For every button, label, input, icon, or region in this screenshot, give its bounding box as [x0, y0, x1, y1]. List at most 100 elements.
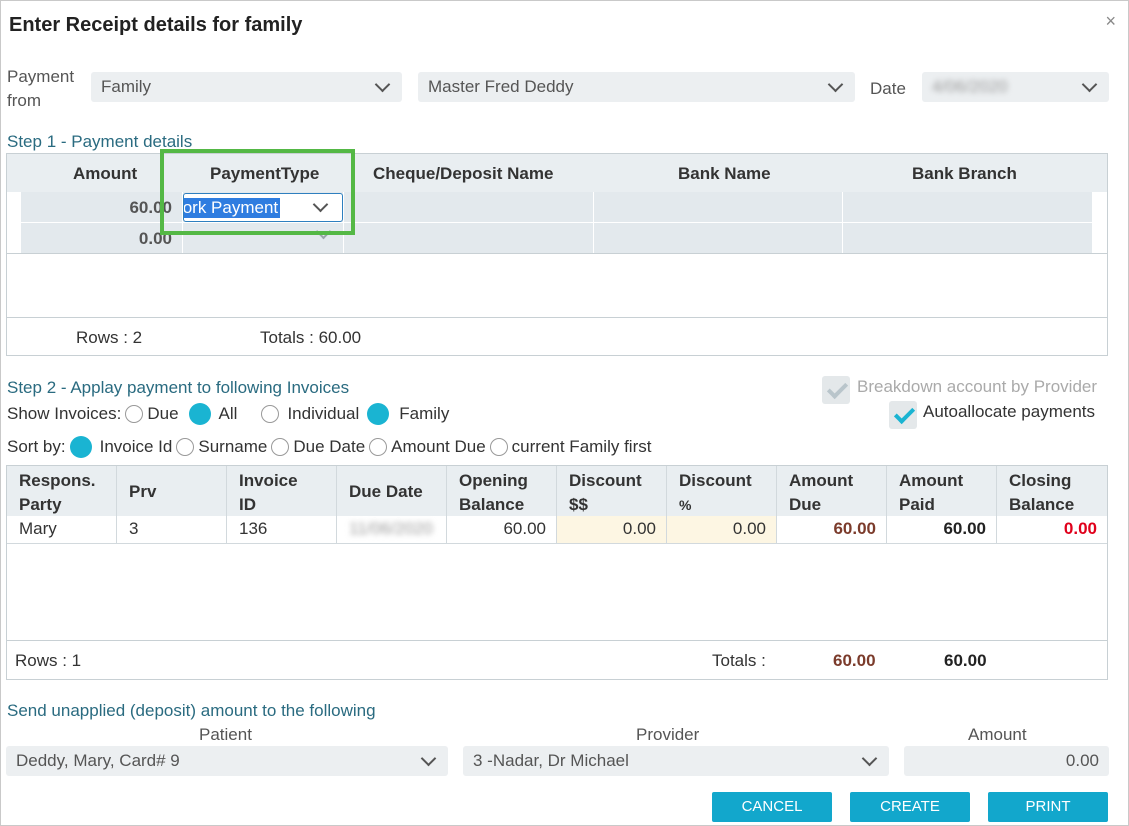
radio-sort-surname[interactable] [176, 438, 195, 456]
chevron-down-icon [861, 750, 878, 766]
payment-row2-cheque-cell[interactable] [344, 223, 594, 253]
breakdown-label: Breakdown account by Provider [857, 377, 1098, 396]
col-due-date: Due Date [337, 466, 447, 516]
payment-from-label-1: Payment [7, 67, 75, 86]
header-line: Invoice [239, 471, 298, 490]
chevron-down-icon [374, 76, 391, 92]
checkbox-icon [822, 376, 850, 404]
header-line: $$ [569, 495, 588, 514]
dialog-title: Enter Receipt details for family [9, 14, 303, 36]
header-line: Balance [459, 495, 525, 514]
payment-row1-amount-cell[interactable]: 60.00 [21, 192, 183, 222]
payment-row1-bank-cell[interactable] [594, 192, 843, 222]
radio-family-label: Family [399, 404, 450, 423]
invoices-footer-divider [7, 640, 1107, 641]
autoallocate-option[interactable]: Autoallocate payments [889, 401, 1095, 429]
invoices-grid: Respons. Party Prv Invoice ID Due Date Ope… [6, 465, 1108, 680]
header-line: ID [239, 495, 256, 514]
sort-by-label: Sort by: [7, 437, 66, 456]
payment-from-person-value: Master Fred Deddy [428, 77, 574, 96]
payment-row1-branch-cell[interactable] [843, 192, 1093, 222]
date-select[interactable]: 4/06/2020 [922, 72, 1109, 102]
radio-all-label: All [218, 404, 238, 423]
header-line: Respons. [19, 471, 96, 490]
amount-value: 0.00 [1065, 751, 1099, 770]
invoice-party[interactable]: Mary [7, 516, 117, 544]
patient-label: Patient [199, 725, 252, 744]
radio-all[interactable] [188, 403, 211, 425]
radio-individual[interactable] [261, 405, 280, 423]
radio-sort-due-date[interactable] [271, 438, 290, 456]
col-discount-dollars: Discount $$ [557, 466, 667, 516]
radio-due-label: Due [147, 404, 179, 423]
invoice-due-date-cell[interactable]: 11/06/2020 [337, 516, 447, 544]
amount-input[interactable]: 0.00 [904, 746, 1109, 776]
grid-footer-divider [7, 317, 1107, 318]
col-opening-balance: Opening Balance [447, 466, 557, 516]
header-line: Discount [569, 471, 642, 490]
payment-row2-branch-cell[interactable] [843, 223, 1093, 253]
invoices-total-paid: 60.00 [944, 651, 987, 670]
header-line: Opening [459, 471, 528, 490]
invoice-amount-paid[interactable]: 60.00 [887, 516, 997, 544]
sort-by-row: Sort by: Invoice Id Surname Due Date Amo… [7, 436, 655, 458]
radio-sort-invoice-id[interactable] [69, 436, 92, 458]
payment-from-type-select[interactable]: Family [91, 72, 402, 102]
header-line: Discount [679, 471, 752, 490]
header-line: Paid [899, 495, 935, 514]
header-line: Due Date [349, 482, 423, 501]
col-invoice-id: Invoice ID [227, 466, 337, 516]
payment-totals: Totals : 60.00 [260, 328, 362, 347]
invoice-opening-balance[interactable]: 60.00 [447, 516, 557, 544]
header-line: Closing [1009, 471, 1072, 490]
sort-amount-due-label: Amount Due [391, 437, 486, 456]
date-value: 4/06/2020 [932, 77, 1008, 96]
col-cheque-name: Cheque/Deposit Name [373, 164, 554, 183]
col-amount-due: Amount Due [777, 466, 887, 516]
close-icon[interactable]: × [1105, 11, 1116, 32]
invoice-discount-pct[interactable]: 0.00 [667, 516, 777, 544]
radio-family[interactable] [367, 403, 390, 425]
autoallocate-label: Autoallocate payments [923, 402, 1095, 421]
breakdown-option[interactable]: Breakdown account by Provider [822, 376, 1098, 404]
print-button[interactable]: PRINT [988, 792, 1108, 822]
radio-sort-amount-due[interactable] [369, 438, 388, 456]
header-line: % [679, 497, 692, 513]
radio-individual-label: Individual [287, 404, 360, 423]
invoice-amount-due[interactable]: 60.00 [777, 516, 887, 544]
col-closing-balance: Closing Balance [997, 466, 1107, 516]
sort-due-date-label: Due Date [293, 437, 366, 456]
col-respons-party: Respons. Party [7, 466, 117, 516]
provider-label: Provider [636, 725, 700, 744]
invoice-due-date: 11/06/2020 [349, 519, 433, 538]
payment-row2-bank-cell[interactable] [594, 223, 843, 253]
payment-from-type-value: Family [101, 77, 152, 96]
radio-sort-family-first[interactable] [489, 438, 508, 456]
header-line: Amount [789, 471, 854, 490]
chevron-down-icon [1081, 76, 1098, 92]
col-amount: Amount [73, 164, 138, 183]
patient-select[interactable]: Deddy, Mary, Card# 9 [6, 746, 448, 776]
header-line: Amount [899, 471, 964, 490]
header-line: Balance [1009, 495, 1075, 514]
invoice-closing-balance[interactable]: 0.00 [997, 516, 1107, 544]
col-bank-branch: Bank Branch [912, 164, 1017, 183]
amount-label: Amount [968, 725, 1027, 744]
chevron-down-icon [827, 76, 844, 92]
highlight-frame [160, 149, 355, 235]
invoice-id[interactable]: 136 [227, 516, 337, 544]
payment-from-person-select[interactable]: Master Fred Deddy [418, 72, 855, 102]
invoice-discount-dollars[interactable]: 0.00 [557, 516, 667, 544]
col-bank-name: Bank Name [678, 164, 771, 183]
create-button[interactable]: CREATE [850, 792, 970, 822]
cancel-button[interactable]: CANCEL [712, 792, 832, 822]
radio-due[interactable] [125, 405, 144, 423]
checkbox-icon [889, 401, 917, 429]
invoice-prv[interactable]: 3 [117, 516, 227, 544]
payment-row1-cheque-cell[interactable] [344, 192, 594, 222]
payment-row2-amount-cell[interactable]: 0.00 [21, 223, 183, 253]
payment-from-label-2: from [7, 91, 41, 110]
provider-select[interactable]: 3 -Nadar, Dr Michael [463, 746, 889, 776]
invoices-totals-label: Totals : [712, 651, 766, 670]
sort-surname-label: Surname [198, 437, 268, 456]
